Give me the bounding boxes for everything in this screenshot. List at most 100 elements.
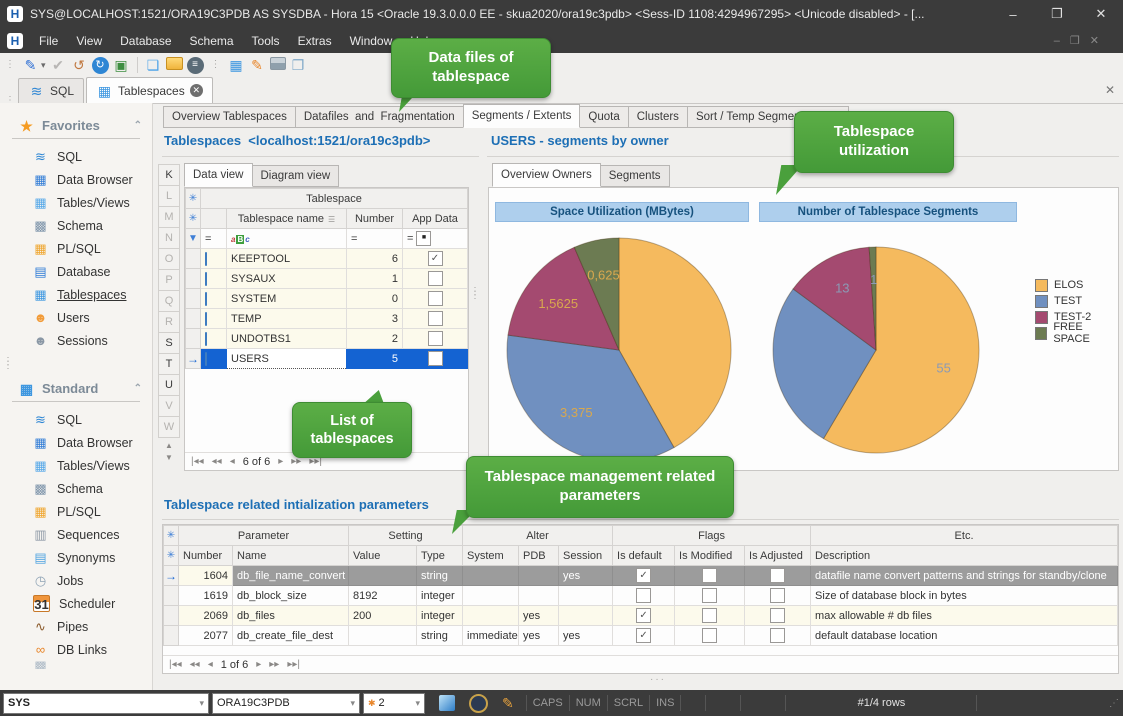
toolbar-edit-pen-button[interactable]: ✎ bbox=[22, 57, 39, 74]
toolbar-new-file-button[interactable]: ❏ bbox=[145, 57, 162, 74]
pager-prev-button[interactable]: ◂ bbox=[208, 659, 213, 670]
maximize-button[interactable]: ❐ bbox=[1035, 0, 1079, 28]
panel-splitter-grip[interactable]: ⋮⋮ bbox=[470, 290, 480, 298]
sidebar-item-tablespaces[interactable]: ▦Tablespaces bbox=[0, 283, 152, 306]
checkbox[interactable] bbox=[702, 608, 717, 623]
checkbox[interactable] bbox=[702, 568, 717, 583]
column-header-pdb[interactable]: PDB bbox=[519, 546, 559, 566]
tablespace-name-cell[interactable]: USERS bbox=[227, 349, 347, 369]
toolbar-refresh-button[interactable]: ↻ bbox=[92, 57, 109, 74]
pager-first-button[interactable]: |◂◂ bbox=[169, 659, 182, 670]
menu-item-file[interactable]: File bbox=[30, 28, 67, 53]
asterisk-icon[interactable]: ✳ bbox=[186, 189, 201, 209]
menu-item-extras[interactable]: Extras bbox=[289, 28, 341, 53]
menu-item-database[interactable]: Database bbox=[111, 28, 180, 53]
letter-R[interactable]: R bbox=[158, 312, 180, 333]
checkbox[interactable] bbox=[636, 568, 651, 583]
toolbar-open-folder-button[interactable] bbox=[166, 57, 183, 73]
app-data-cell[interactable] bbox=[403, 349, 468, 369]
toolbar-commit-check-button[interactable]: ✔ bbox=[50, 57, 67, 74]
filter-app-data[interactable]: = bbox=[403, 229, 468, 249]
sidebar-item-sequences[interactable]: ▥Sequences bbox=[0, 523, 152, 546]
asterisk-icon[interactable]: ✳ bbox=[164, 526, 179, 546]
close-tab-icon[interactable]: ✕ bbox=[190, 84, 203, 97]
fetch-limit-combo[interactable]: ✱ 2▾ bbox=[363, 693, 425, 714]
tablespace-name-cell[interactable]: SYSAUX bbox=[227, 269, 347, 289]
letter-O[interactable]: O bbox=[158, 249, 180, 270]
toolbar-chart-monitor-button[interactable]: ▣ bbox=[113, 57, 130, 74]
letter-P[interactable]: P bbox=[158, 270, 180, 291]
param-row-2077[interactable]: 2077db_create_file_deststringimmediateye… bbox=[164, 626, 1118, 646]
app-data-cell[interactable] bbox=[403, 269, 468, 289]
sidebar-item-data-browser[interactable]: ▦Data Browser bbox=[0, 431, 152, 454]
letter-K[interactable]: K bbox=[158, 164, 180, 186]
param-flag-cell[interactable] bbox=[675, 586, 745, 606]
page-tab-quota[interactable]: Quota bbox=[579, 106, 628, 128]
column-header-is-default[interactable]: Is default bbox=[613, 546, 675, 566]
param-row-2069[interactable]: 2069db_files200integeryesmax allowable #… bbox=[164, 606, 1118, 626]
sidebar-item-sql[interactable]: ≋SQL bbox=[0, 145, 152, 168]
tablespace-row-UNDOTBS1[interactable]: UNDOTBS12 bbox=[186, 329, 468, 349]
toolbar-clipboard-edit-button[interactable]: ✎ bbox=[249, 57, 266, 74]
column-header-tablespace-name[interactable]: Tablespace name☰ bbox=[227, 209, 347, 229]
sidebar-item-db-links[interactable]: ∞DB Links bbox=[0, 638, 152, 661]
menu-item-tools[interactable]: Tools bbox=[243, 28, 289, 53]
checkbox[interactable] bbox=[702, 588, 717, 603]
app-data-cell[interactable] bbox=[403, 309, 468, 329]
column-header-session[interactable]: Session bbox=[559, 546, 613, 566]
filter-op[interactable]: = bbox=[347, 229, 403, 249]
filter-name-input[interactable]: aBc bbox=[227, 229, 347, 249]
sidebar-item-pl-sql[interactable]: ▦PL/SQL bbox=[0, 500, 152, 523]
sidebar-item-synonyms[interactable]: ▤Synonyms bbox=[0, 546, 152, 569]
view-tab-data-view[interactable]: Data view bbox=[184, 163, 253, 187]
sidebar-item-sql[interactable]: ≋SQL bbox=[0, 408, 152, 431]
param-row-1619[interactable]: 1619db_block_size8192integerSize of data… bbox=[164, 586, 1118, 606]
sidebar-splitter-grip[interactable]: ⋮⋮ bbox=[3, 360, 13, 368]
checkbox[interactable] bbox=[636, 628, 651, 643]
letter-L[interactable]: L bbox=[158, 186, 180, 207]
sidebar-item-clipped[interactable]: ▩ bbox=[0, 661, 152, 669]
menu-item-view[interactable]: View bbox=[67, 28, 111, 53]
param-row-1604[interactable]: →1604db_file_name_convertstringyesdatafi… bbox=[164, 566, 1118, 586]
column-header-number[interactable]: Number bbox=[347, 209, 403, 229]
tablespace-row-TEMP[interactable]: TEMP3 bbox=[186, 309, 468, 329]
param-flag-cell[interactable] bbox=[675, 626, 745, 646]
tablespace-name-cell[interactable]: UNDOTBS1 bbox=[227, 329, 347, 349]
checkbox[interactable] bbox=[770, 608, 785, 623]
letter-V[interactable]: V bbox=[158, 396, 180, 417]
tablespace-name-cell[interactable]: SYSTEM bbox=[227, 289, 347, 309]
page-tab-datafiles-and-fragmentation[interactable]: Datafiles and Fragmentation bbox=[295, 106, 464, 128]
sidebar-item-data-browser[interactable]: ▦Data Browser bbox=[0, 168, 152, 191]
letter-Q[interactable]: Q bbox=[158, 291, 180, 312]
letter-N[interactable]: N bbox=[158, 228, 180, 249]
database-combo[interactable]: ORA19C3PDB▾ bbox=[212, 693, 360, 714]
pager-next-page-button[interactable]: ▸▸ bbox=[269, 659, 279, 670]
tablespace-name-cell[interactable]: KEEPTOOL bbox=[227, 249, 347, 269]
scroll-up-icon[interactable]: ▲ bbox=[158, 438, 180, 450]
column-header-description[interactable]: Description bbox=[811, 546, 1118, 566]
column-header-is-modified[interactable]: Is Modified bbox=[675, 546, 745, 566]
letter-M[interactable]: M bbox=[158, 207, 180, 228]
pager-prev-button[interactable]: ◂ bbox=[230, 456, 235, 467]
param-flag-cell[interactable] bbox=[613, 586, 675, 606]
sidebar-group-standard[interactable]: ▦Standard⌃ bbox=[18, 380, 142, 397]
document-tab-sql[interactable]: ≋SQL bbox=[18, 78, 84, 103]
window-mode-icon[interactable] bbox=[439, 695, 455, 711]
checkbox[interactable] bbox=[770, 568, 785, 583]
close-pane-icon[interactable]: ✕ bbox=[1105, 83, 1115, 97]
schema-combo[interactable]: SYS▾ bbox=[3, 693, 209, 714]
toolbar-undo-button[interactable]: ↺ bbox=[71, 57, 88, 74]
param-flag-cell[interactable] bbox=[745, 606, 811, 626]
filter-op[interactable]: = bbox=[201, 229, 227, 249]
param-flag-cell[interactable] bbox=[745, 566, 811, 586]
tablespace-row-SYSAUX[interactable]: SYSAUX1 bbox=[186, 269, 468, 289]
page-tab-clusters[interactable]: Clusters bbox=[628, 106, 688, 128]
drag-grip-icon[interactable]: ⋮ bbox=[2, 63, 18, 67]
sidebar-item-pipes[interactable]: ∿Pipes bbox=[0, 615, 152, 638]
document-tab-tablespaces[interactable]: ▦Tablespaces✕ bbox=[86, 77, 213, 103]
sidebar-item-scheduler[interactable]: 31Scheduler bbox=[0, 592, 152, 615]
param-flag-cell[interactable] bbox=[745, 626, 811, 646]
column-header-system[interactable]: System bbox=[463, 546, 519, 566]
asterisk-icon[interactable]: ✳ bbox=[186, 209, 201, 229]
app-data-cell[interactable] bbox=[403, 289, 468, 309]
